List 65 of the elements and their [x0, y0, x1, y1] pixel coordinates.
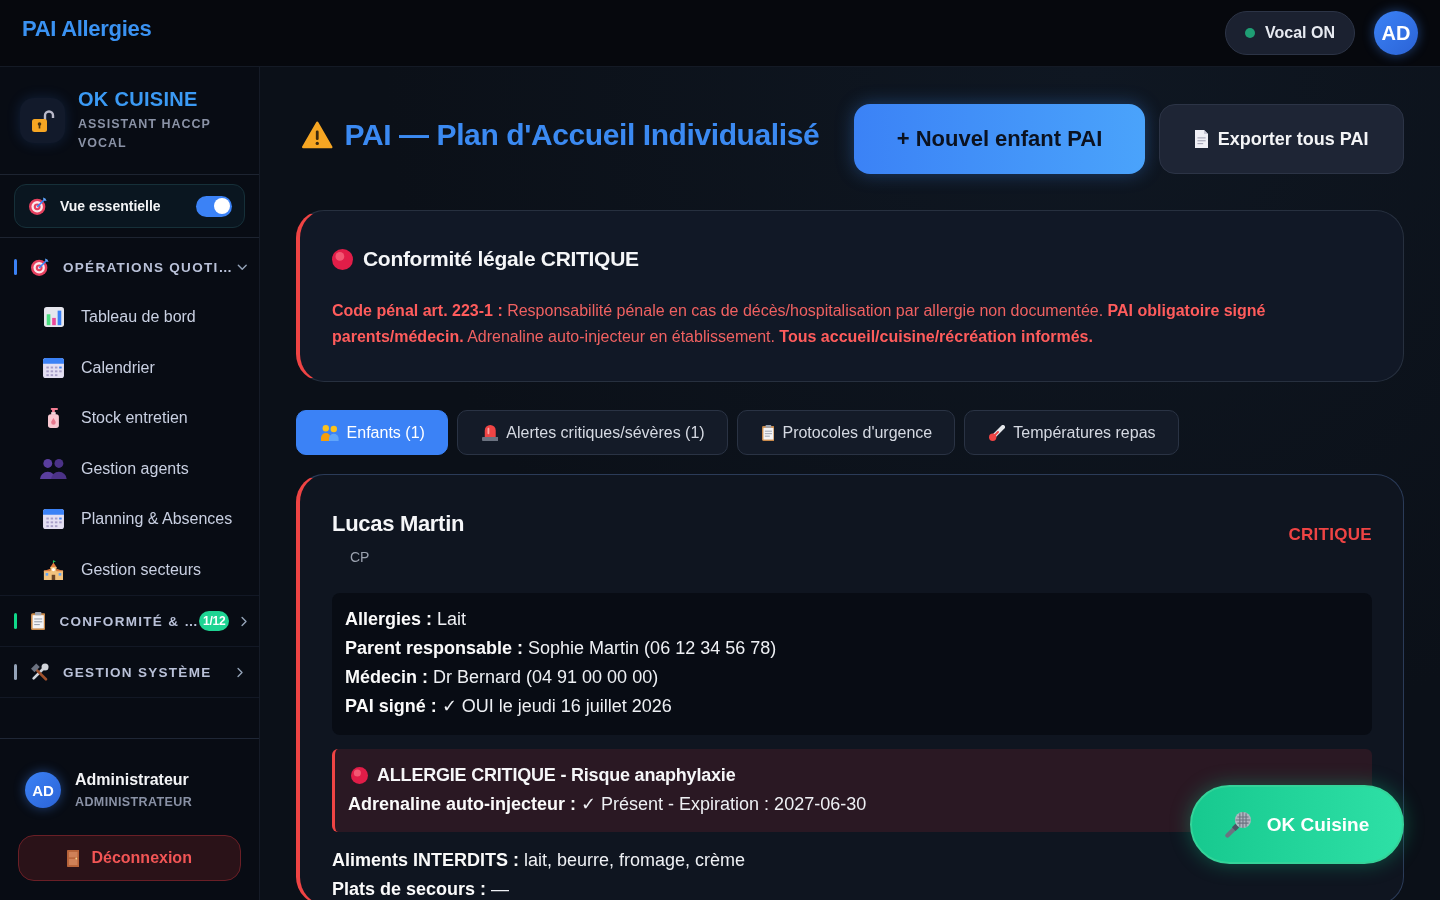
nav-item[interactable]: Gestion agents — [0, 443, 259, 494]
tab[interactable]: Protocoles d'urgence — [736, 410, 956, 455]
detail-line: Plats de secours : — — [332, 878, 511, 900]
document-icon — [1194, 130, 1208, 148]
child-name: Lucas Martin — [332, 511, 465, 537]
logout-button[interactable]: Déconnexion — [18, 835, 241, 881]
section-label[interactable]: OPÉRATIONS QUOTI… — [63, 259, 234, 275]
tab[interactable]: Alertes critiques/sévères (1) — [456, 410, 728, 455]
user-avatar: AD — [25, 772, 61, 808]
user-avatar[interactable]: AD — [1374, 11, 1418, 55]
warning-icon — [302, 121, 333, 149]
tab[interactable]: Enfants (1) — [296, 410, 448, 455]
class-label: CP — [349, 549, 371, 565]
nav-item[interactable]: Planning & Absences — [0, 494, 259, 545]
people-icon — [321, 424, 339, 441]
nav-item[interactable]: Tableau de bord — [0, 292, 259, 343]
toggle-switch[interactable] — [196, 195, 232, 217]
detail-line: Aliments INTERDITS : lait, beurre, fromage, crème — [332, 849, 747, 872]
section-label[interactable]: GESTION SYSTÈME — [63, 664, 212, 680]
detail-line: Médecin : Dr Bernard (04 91 00 00 00) — [345, 666, 660, 689]
people-icon — [40, 458, 67, 479]
microphone-icon — [1224, 811, 1251, 838]
toggle-label: Vue essentielle — [60, 198, 162, 214]
padlock-icon — [20, 98, 65, 143]
nav-item[interactable]: Calendrier — [0, 342, 259, 393]
target-icon — [29, 197, 47, 215]
tools-icon — [31, 663, 49, 681]
user-name: Administrateur — [75, 771, 190, 789]
brand-title: OK CUISINE — [78, 88, 199, 111]
user-role: ADMINISTRATEUR — [75, 795, 193, 809]
alert-text: Code pénal art. 223-1 : Responsabilité pénale en cas de décès/hospitalisation par allergie non documentée. PAI obligatoire signé parents/médecin. Adrenaline auto-injecteur en établissement. Tous accueil/cuisine/récréation informés. — [332, 301, 1267, 347]
chevron-down-icon[interactable] — [237, 263, 248, 271]
clipboard-icon — [31, 612, 46, 630]
severity-label: CRITIQUE — [1288, 525, 1372, 545]
nav-item[interactable]: Stock entretien — [0, 393, 259, 444]
thermometer-icon — [989, 424, 1006, 441]
app-title: PAI Allergies — [22, 16, 152, 42]
detail-line: Allergies : Lait — [345, 608, 468, 631]
critical-allergy-title: ALLERGIE CRITIQUE - Risque anaphylaxie — [377, 765, 736, 786]
clipboard-icon — [761, 424, 775, 441]
voice-status-button[interactable]: Vocal ON — [1225, 11, 1355, 55]
alert-title: Conformité légale CRITIQUE — [363, 247, 639, 271]
pump-bottle-icon — [48, 408, 59, 429]
door-icon — [67, 849, 80, 867]
alert-dot-icon — [351, 767, 368, 784]
page-title: PAI — Plan d'Accueil Individualisé — [344, 118, 820, 152]
detail-line: Adrenaline auto-injecteur : ✓ Présent - Expiration : 2027-06-30 — [348, 793, 868, 816]
section-label[interactable]: CONFORMITÉ & … — [59, 613, 200, 629]
siren-icon — [481, 424, 499, 441]
new-child-button[interactable]: + Nouvel enfant PAI — [854, 104, 1145, 174]
tab[interactable]: Températures repas — [964, 410, 1179, 455]
bar-chart-icon — [43, 307, 64, 328]
calendar-icon — [43, 509, 64, 530]
school-building-icon — [43, 559, 64, 580]
count-badge: 1/12 — [199, 611, 230, 631]
target-icon — [31, 258, 49, 276]
alert-dot-icon — [332, 248, 353, 270]
detail-line: PAI signé : ✓ OUI le jeudi 16 juillet 2026 — [345, 695, 673, 718]
chevron-right-icon[interactable] — [241, 615, 248, 627]
chevron-right-icon[interactable] — [236, 666, 244, 678]
detail-line: Parent responsable : Sophie Martin (06 12 34 56 78) — [345, 637, 778, 660]
nav-item[interactable]: Gestion secteurs — [0, 544, 259, 595]
brand-subtitle: ASSISTANT HACCP VOCAL — [78, 116, 212, 152]
calendar-icon — [43, 357, 64, 378]
export-button[interactable]: Exporter tous PAI — [1159, 104, 1404, 174]
